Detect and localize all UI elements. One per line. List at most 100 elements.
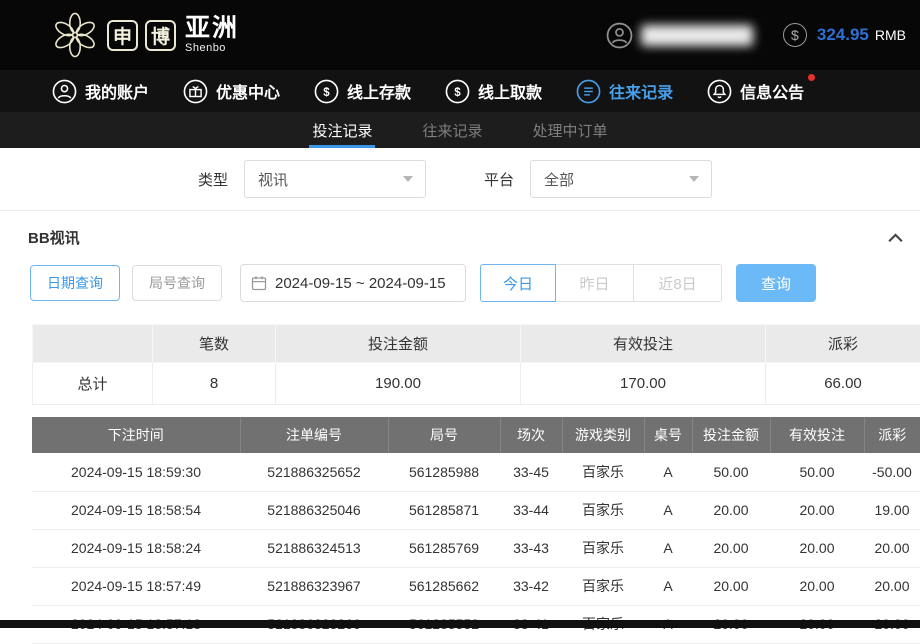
avatar-icon[interactable]	[606, 22, 633, 49]
bell-icon	[707, 79, 732, 104]
deposit-coin-icon: $	[314, 79, 339, 104]
type-select-value: 视讯	[258, 169, 403, 190]
logo-char-box: 申	[107, 20, 138, 51]
cell-amount-link[interactable]: 20.00	[692, 567, 770, 605]
table-row: 2024-09-15 18:58:24 521886324513 5612857…	[32, 529, 920, 567]
logo-char-box: 博	[145, 20, 176, 51]
cell-game: 百家乐	[562, 529, 644, 567]
cell-amount-link[interactable]: 20.00	[692, 529, 770, 567]
summary-table: 笔数 投注金额 有效投注 派彩 总计 8 190.00 170.00 66.00	[32, 324, 920, 405]
cell-time: 2024-09-15 18:57:49	[32, 567, 240, 605]
header-bet-amount: 投注金额	[692, 417, 770, 453]
nav-item-deposit[interactable]: $ 线上存款	[314, 79, 411, 104]
summary-bet-amount: 190.00	[276, 363, 521, 405]
header-valid-bet: 有效投注	[770, 417, 864, 453]
withdraw-coin-icon: $	[445, 79, 470, 104]
section-head: BB视讯	[0, 211, 920, 248]
cell-valid: 20.00	[770, 567, 864, 605]
cell-amount-link[interactable]: 20.00	[692, 491, 770, 529]
table-row: 2024-09-15 18:57:49 521886323967 5612856…	[32, 567, 920, 605]
nav-label: 线上取款	[478, 79, 542, 103]
date-query-button[interactable]: 日期查询	[30, 265, 120, 301]
chevron-down-icon	[403, 176, 413, 182]
cell-payout: 20.00	[864, 529, 920, 567]
table-header-row: 下注时间 注单编号 局号 场次 游戏类别 桌号 投注金额 有效投注 派彩	[32, 417, 920, 453]
summary-header-row: 笔数 投注金额 有效投注 派彩	[33, 325, 920, 363]
bet-records-table: 下注时间 注单编号 局号 场次 游戏类别 桌号 投注金额 有效投注 派彩 202…	[32, 417, 920, 644]
platform-select[interactable]: 全部	[530, 160, 712, 198]
footer-strip	[0, 620, 920, 628]
yesterday-button[interactable]: 昨日	[556, 264, 634, 302]
cell-game: 百家乐	[562, 491, 644, 529]
header-payout: 派彩	[864, 417, 920, 453]
nav-item-promotions[interactable]: 优惠中心	[183, 79, 280, 104]
chevron-down-icon	[689, 176, 699, 182]
cell-table: A	[644, 529, 692, 567]
cell-bet-id: 521886323967	[240, 567, 388, 605]
cell-round: 561285662	[388, 567, 500, 605]
summary-header-valid-bet: 有效投注	[521, 325, 766, 363]
summary-count: 8	[153, 363, 276, 405]
date-range-input[interactable]: 2024-09-15 ~ 2024-09-15	[240, 264, 466, 302]
summary-payout: 66.00	[766, 363, 920, 405]
summary-total-row: 总计 8 190.00 170.00 66.00	[33, 363, 920, 405]
summary-header-bet-amount: 投注金额	[276, 325, 521, 363]
header-session: 场次	[500, 417, 562, 453]
nav-item-records[interactable]: 往来记录	[576, 79, 673, 104]
filter-row: 类型 视讯 平台 全部	[0, 148, 920, 211]
type-select[interactable]: 视讯	[244, 160, 426, 198]
nav-item-announcements[interactable]: 信息公告	[707, 79, 804, 104]
nav-item-my-account[interactable]: 我的账户	[52, 79, 149, 104]
site-logo: 申 博 亚洲 Shenbo	[50, 10, 239, 60]
main-nav: 我的账户 优惠中心 $ 线上存款 $ 线上取款	[0, 70, 920, 112]
last8days-button[interactable]: 近8日	[634, 264, 722, 302]
logo-region-text: 亚洲	[185, 16, 239, 41]
cell-payout: 20.00	[864, 567, 920, 605]
quick-range-group: 今日 昨日 近8日	[480, 264, 722, 302]
calendar-icon	[251, 275, 267, 291]
round-query-button[interactable]: 局号查询	[132, 265, 222, 301]
summary-header-count: 笔数	[153, 325, 276, 363]
username-redacted	[641, 25, 753, 46]
summary-header-empty	[33, 325, 153, 363]
summary-total-label: 总计	[33, 363, 153, 405]
nav-item-withdraw[interactable]: $ 线上取款	[445, 79, 542, 104]
cell-amount-link[interactable]: 50.00	[692, 453, 770, 491]
header-bet-time: 下注时间	[32, 417, 240, 453]
search-button[interactable]: 查询	[736, 264, 816, 302]
cell-session: 33-43	[500, 529, 562, 567]
summary-valid-bet: 170.00	[521, 363, 766, 405]
cell-table: A	[644, 567, 692, 605]
notification-dot	[808, 74, 815, 81]
nav-label: 往来记录	[609, 79, 673, 103]
type-label: 类型	[198, 169, 228, 190]
tab-betting-records[interactable]: 投注记录	[309, 112, 375, 148]
platform-select-value: 全部	[544, 169, 689, 190]
cell-round: 561285871	[388, 491, 500, 529]
today-button[interactable]: 今日	[480, 264, 556, 302]
cell-table: A	[644, 491, 692, 529]
cell-session: 33-42	[500, 567, 562, 605]
cell-session: 33-44	[500, 491, 562, 529]
date-range-value: 2024-09-15 ~ 2024-09-15	[275, 275, 446, 292]
section-title: BB视讯	[28, 227, 80, 248]
nav-label: 我的账户	[85, 79, 149, 103]
cell-valid: 50.00	[770, 453, 864, 491]
logo-subtitle: Shenbo	[185, 42, 239, 54]
tab-transaction-records[interactable]: 往来记录	[419, 112, 485, 148]
cell-time: 2024-09-15 18:59:30	[32, 453, 240, 491]
nav-label: 优惠中心	[216, 79, 280, 103]
header-bet-id: 注单编号	[240, 417, 388, 453]
cell-bet-id: 521886325652	[240, 453, 388, 491]
query-controls: 日期查询 局号查询 2024-09-15 ~ 2024-09-15 今日 昨日 …	[30, 264, 920, 302]
tab-processing-orders[interactable]: 处理中订单	[530, 112, 611, 148]
balance-amount: 324.95	[817, 25, 869, 45]
nav-label: 线上存款	[347, 79, 411, 103]
svg-text:$: $	[323, 86, 330, 98]
cell-round: 561285769	[388, 529, 500, 567]
balance-currency: RMB	[875, 27, 906, 43]
chevron-up-icon[interactable]	[887, 232, 904, 243]
cell-round: 561285988	[388, 453, 500, 491]
cell-game: 百家乐	[562, 567, 644, 605]
svg-text:$: $	[454, 86, 461, 98]
